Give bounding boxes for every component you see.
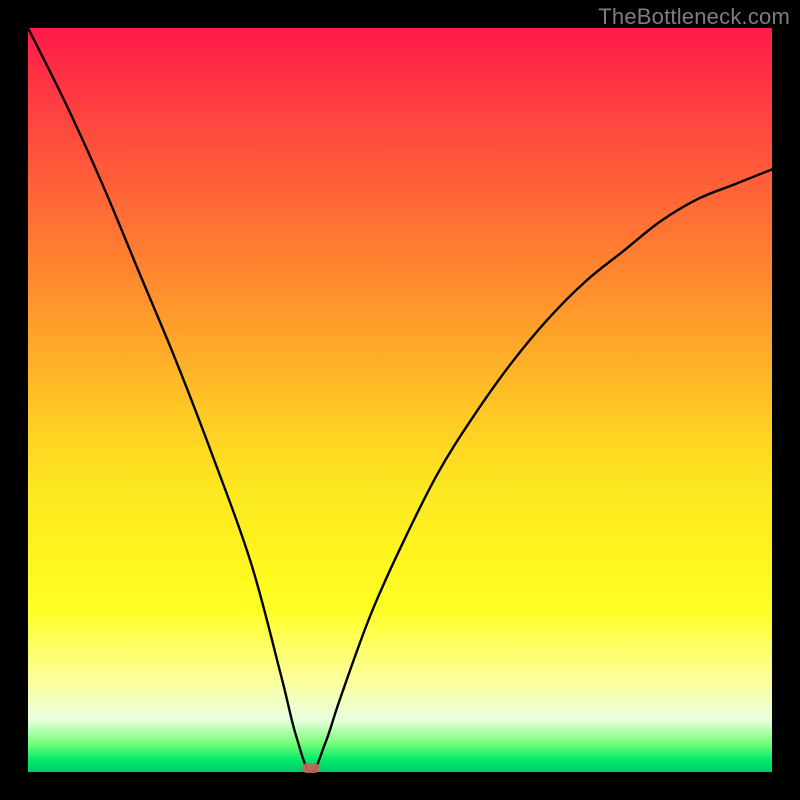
curve-svg bbox=[28, 28, 772, 772]
chart-frame: TheBottleneck.com bbox=[0, 0, 800, 800]
plot-area bbox=[28, 28, 772, 772]
bottleneck-curve-path bbox=[28, 28, 772, 772]
minimum-marker bbox=[302, 763, 320, 773]
watermark-text: TheBottleneck.com bbox=[598, 4, 790, 30]
